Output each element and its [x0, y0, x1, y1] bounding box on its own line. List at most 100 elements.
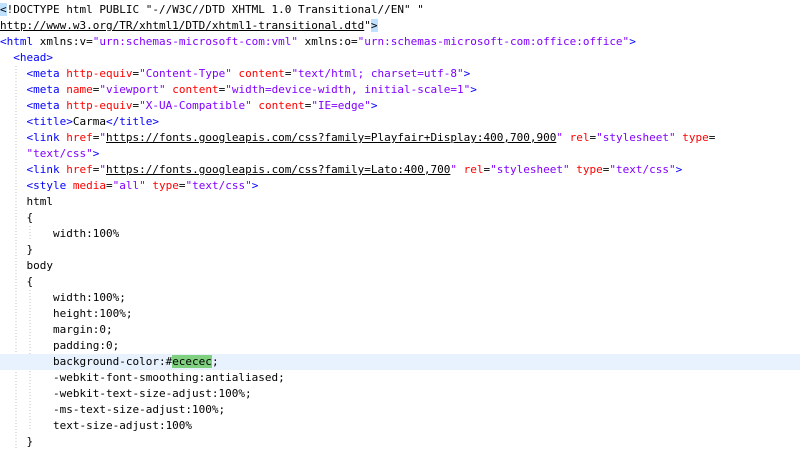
- code-token: padding:0;: [0, 339, 120, 352]
- code-token: <html: [0, 35, 40, 48]
- code-line[interactable]: -webkit-font-smoothing:antialiased;: [0, 370, 800, 386]
- code-token: }: [0, 243, 34, 256]
- code-line[interactable]: margin:0;: [0, 322, 800, 338]
- code-token: <head>: [13, 51, 53, 64]
- code-token: ececec: [172, 355, 212, 368]
- code-token: type: [675, 131, 709, 144]
- code-line[interactable]: <!DOCTYPE html PUBLIC "-//W3C//DTD XHTML…: [0, 2, 800, 18]
- code-line[interactable]: height:100%;: [0, 306, 800, 322]
- code-token: =: [105, 179, 113, 192]
- code-token: "Content-Type": [139, 67, 232, 80]
- code-token: >: [470, 83, 477, 96]
- code-token: href: [66, 163, 93, 176]
- code-token: "urn:schemas-microsoft-com:office:office…: [357, 35, 630, 48]
- code-line[interactable]: <meta http-equiv="X-UA-Compatible" conte…: [0, 98, 800, 114]
- code-token: {: [0, 275, 34, 288]
- code-line[interactable]: http://www.w3.org/TR/xhtml1/DTD/xhtml1-t…: [0, 18, 800, 34]
- code-token: "text/css": [26, 147, 93, 160]
- code-token: >: [463, 67, 471, 80]
- code-line[interactable]: <meta name="viewport" content="width=dev…: [0, 82, 800, 98]
- code-line[interactable]: padding:0;: [0, 338, 800, 354]
- code-token: rel: [562, 131, 590, 144]
- code-token: height:100%;: [0, 307, 133, 320]
- code-token: =: [86, 35, 93, 48]
- code-token: <link: [26, 163, 67, 176]
- code-token: http-equiv: [66, 99, 133, 112]
- code-token: "width=device-width, initial-scale=1": [225, 83, 471, 96]
- code-token: width:100%: [0, 227, 120, 240]
- code-token: background-color:#: [0, 355, 173, 368]
- code-line[interactable]: <head>: [0, 50, 800, 66]
- code-line[interactable]: <link href="https://fonts.googleapis.com…: [0, 162, 800, 178]
- code-token: <style: [26, 179, 73, 192]
- code-token: width:100%;: [0, 291, 126, 304]
- code-token: >: [370, 19, 378, 32]
- code-token: http://www.w3.org/TR/xhtml1/DTD/xhtml1-t…: [0, 19, 365, 32]
- code-token: Carma: [72, 115, 106, 128]
- code-token: href: [66, 131, 93, 144]
- code-token: {: [0, 211, 34, 224]
- code-token: content: [165, 83, 219, 96]
- code-line[interactable]: -webkit-text-size-adjust:100%;: [0, 386, 800, 402]
- code-token: "urn:schemas-microsoft-com:vml": [92, 35, 299, 48]
- code-line[interactable]: text-size-adjust:100%: [0, 418, 800, 434]
- code-token: "stylesheet": [596, 131, 676, 144]
- code-token: !DOCTYPE html PUBLIC "-//W3C//DTD XHTML …: [6, 3, 424, 16]
- code-line[interactable]: <link href="https://fonts.googleapis.com…: [0, 130, 800, 146]
- code-token: -webkit-text-size-adjust:100%;: [0, 387, 252, 400]
- code-token: http-equiv: [66, 67, 133, 80]
- code-token: >: [370, 99, 378, 112]
- code-line[interactable]: <html xmlns:v="urn:schemas-microsoft-com…: [0, 34, 800, 50]
- code-token: type: [569, 163, 603, 176]
- code-line[interactable]: {: [0, 210, 800, 226]
- code-token: <meta: [26, 67, 67, 80]
- code-editor[interactable]: <!DOCTYPE html PUBLIC "-//W3C//DTD XHTML…: [0, 0, 800, 450]
- code-token: "IE=edge": [311, 99, 371, 112]
- code-token: <meta: [26, 83, 67, 96]
- code-token: "all": [112, 179, 146, 192]
- code-token: "X-UA-Compatible": [139, 99, 252, 112]
- code-token: ": [556, 131, 563, 144]
- code-token: html: [0, 195, 53, 208]
- code-token: -webkit-font-smoothing:antialiased;: [0, 371, 285, 384]
- code-line[interactable]: -ms-text-size-adjust:100%;: [0, 402, 800, 418]
- code-line[interactable]: width:100%: [0, 226, 800, 242]
- code-line[interactable]: <style media="all" type="text/css">: [0, 178, 800, 194]
- code-line[interactable]: width:100%;: [0, 290, 800, 306]
- code-token: name: [66, 83, 93, 96]
- code-token: <: [0, 3, 7, 16]
- code-token: </title>: [105, 115, 159, 128]
- code-token: margin:0;: [0, 323, 113, 336]
- code-line[interactable]: }: [0, 242, 800, 258]
- code-token: -ms-text-size-adjust:100%;: [0, 403, 226, 416]
- code-token: =: [708, 131, 716, 144]
- code-token: >: [251, 179, 259, 192]
- code-token: >: [92, 147, 100, 160]
- code-line[interactable]: <title>Carma</title>: [0, 114, 800, 130]
- code-token: body: [0, 259, 53, 272]
- code-token: }: [0, 435, 34, 448]
- code-token: https://fonts.googleapis.com/css?family=…: [106, 163, 451, 176]
- code-line[interactable]: {: [0, 274, 800, 290]
- code-token: "text/css": [185, 179, 252, 192]
- code-line[interactable]: <meta http-equiv="Content-Type" content=…: [0, 66, 800, 82]
- code-token: ": [99, 163, 106, 176]
- code-line[interactable]: html: [0, 194, 800, 210]
- code-token: ;: [211, 355, 219, 368]
- code-token: ": [450, 163, 457, 176]
- code-token: <link: [26, 131, 67, 144]
- code-line[interactable]: background-color:#ececec;: [0, 354, 800, 370]
- code-token: <title>: [26, 115, 73, 128]
- code-token: xmlns:v: [39, 35, 87, 48]
- code-line[interactable]: }: [0, 434, 800, 450]
- code-token: "viewport": [99, 83, 166, 96]
- code-line[interactable]: body: [0, 258, 800, 274]
- code-line[interactable]: "text/css">: [0, 146, 800, 162]
